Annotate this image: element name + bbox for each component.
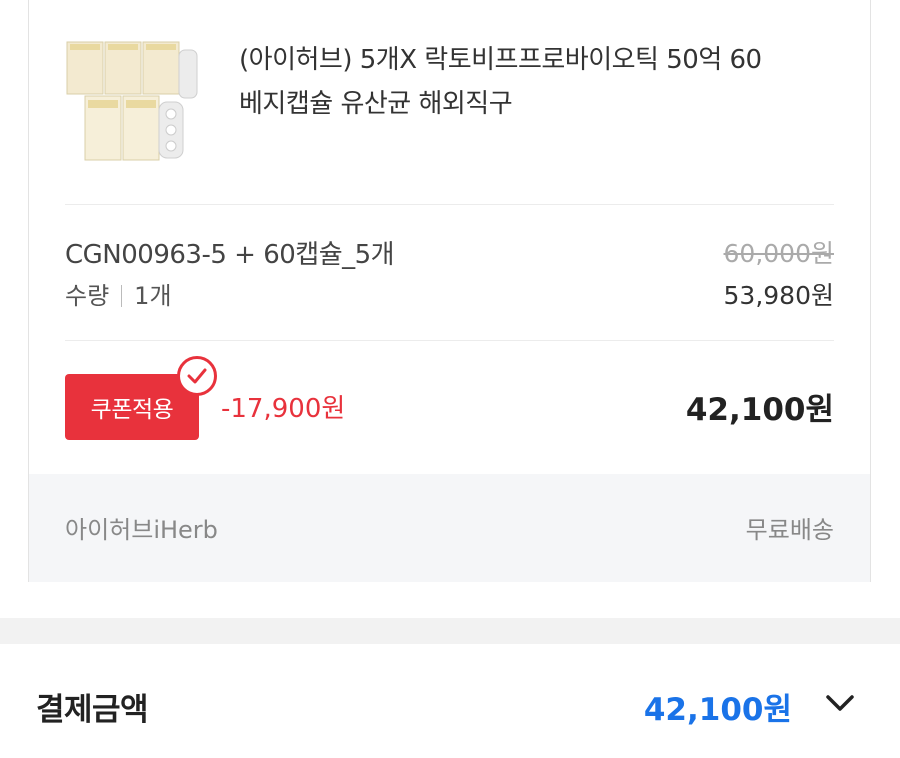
coupon-discount: -17,900원	[221, 394, 346, 424]
chevron-down-icon[interactable]	[822, 690, 858, 716]
seller-footer: 아이허브iHerb 무료배송	[29, 474, 870, 582]
quantity-separator	[121, 285, 123, 307]
option-name: CGN00963-5 + 60캡슐_5개	[65, 240, 395, 270]
section-gap	[0, 618, 900, 644]
product-title-line1: (아이허브) 5개X 락토비프프로바이오틱 50억 60	[239, 45, 762, 75]
divider	[65, 204, 834, 205]
quantity-value: 1개	[134, 282, 172, 310]
product-title[interactable]: (아이허브) 5개X 락토비프프로바이오틱 50억 60 베지캡슐 유산균 해외…	[239, 38, 839, 126]
product-thumbnail[interactable]	[65, 38, 201, 163]
payment-total-label: 결제금액	[36, 692, 149, 728]
order-item-card: (아이허브) 5개X 락토비프프로바이오틱 50억 60 베지캡슐 유산균 해외…	[28, 0, 871, 582]
seller-name[interactable]: 아이허브iHerb	[65, 510, 218, 545]
item-final-price: 42,100원	[685, 392, 834, 428]
product-title-line2: 베지캡슐 유산균 해외직구	[239, 89, 513, 119]
product-image-icon	[66, 41, 198, 161]
sale-price: 53,980원	[723, 281, 834, 310]
quantity-label: 수량	[65, 282, 110, 310]
payment-total-amount: 42,100원	[643, 692, 792, 728]
shipping-info: 무료배송	[745, 516, 834, 544]
coupon-applied-check-icon	[177, 356, 217, 396]
divider	[65, 340, 834, 341]
original-price: 60,000원	[723, 239, 834, 268]
quantity: 수량 1개	[65, 276, 172, 311]
